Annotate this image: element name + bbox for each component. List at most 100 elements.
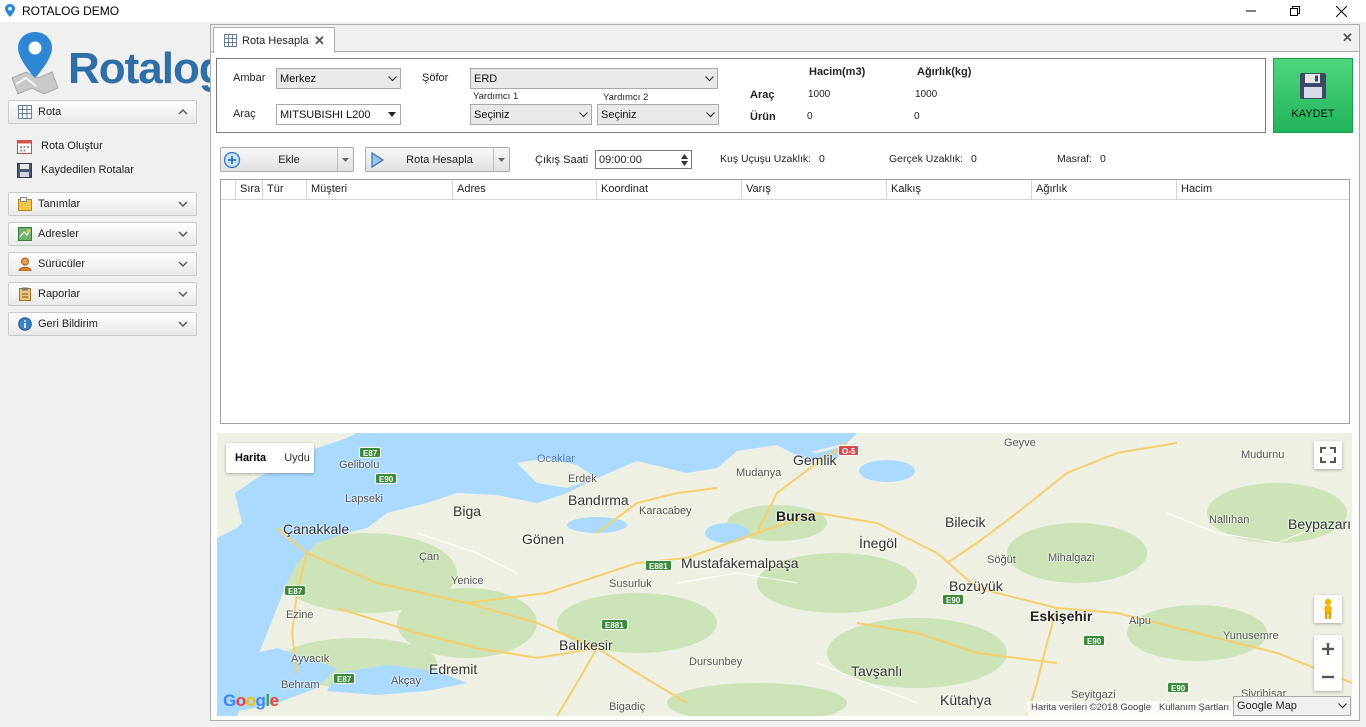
spin-down-icon[interactable]: [681, 160, 688, 166]
ekle-dropdown[interactable]: [337, 148, 353, 171]
save-icon: [17, 162, 32, 178]
logo-map-pin-icon: [11, 32, 59, 95]
nav-item-rota-olustur[interactable]: Rota Oluştur: [17, 137, 103, 155]
floppy-disk-icon: [1300, 72, 1326, 99]
kus-ucusu-value: 0: [819, 153, 825, 165]
map-place: Edremit: [429, 661, 478, 677]
ambar-label: Ambar: [233, 72, 266, 84]
rota-hesapla-button[interactable]: Rota Hesapla: [365, 147, 510, 172]
hacim-header: Hacim(m3): [809, 66, 866, 78]
map-place: Yunusemre: [1223, 630, 1279, 642]
cikis-saati-input[interactable]: 09:00:00: [595, 150, 692, 169]
driver-icon: [18, 257, 32, 271]
minimize-button[interactable]: [1228, 0, 1274, 22]
yardimci2-value: Seçiniz: [601, 108, 637, 121]
dropdown-arrow-icon: [388, 112, 396, 117]
grid-col-musteri[interactable]: Müşteri: [306, 180, 452, 200]
map-place: Mudurnu: [1241, 449, 1285, 461]
sofor-select[interactable]: ERD: [470, 68, 718, 89]
route-grid-icon: [224, 34, 237, 47]
grid-col-hacim[interactable]: Hacim: [1176, 180, 1349, 200]
rotalog-logo: Rotalog: [6, 30, 226, 100]
nav-group-adresler[interactable]: Adresler: [8, 222, 197, 246]
nav-group-label: Sürücüler: [38, 258, 86, 270]
road-shield: E881: [645, 560, 672, 571]
arac-row-label: Araç: [750, 89, 775, 101]
map-place: Tavşanlı: [851, 663, 903, 679]
tab-close-icon[interactable]: ✕: [314, 33, 330, 49]
tabstrip-close-icon[interactable]: ✕: [1342, 30, 1353, 46]
map-place: Nallıhan: [1209, 514, 1250, 526]
save-button[interactable]: KAYDET: [1273, 58, 1353, 133]
grid-col-indicator[interactable]: [221, 180, 235, 200]
close-window-button[interactable]: [1318, 0, 1364, 22]
map-place: Söğüt: [987, 554, 1016, 566]
road-shield: E90: [942, 594, 965, 605]
grid-col-varis[interactable]: Varış: [741, 180, 886, 200]
arac-select[interactable]: MITSUBISHI L200: [276, 104, 401, 125]
map-place: Ocaklar: [537, 453, 575, 465]
ambar-value: Merkez: [280, 72, 317, 85]
road-shield: E87: [284, 585, 307, 596]
route-map[interactable]: Harita Uydu Gelibolu Lapseki Çanakkale B…: [217, 433, 1352, 716]
map-place: Gemlik: [793, 452, 837, 468]
nav-group-label: Rota: [38, 106, 62, 118]
nav-group-raporlar[interactable]: Raporlar: [8, 282, 197, 306]
map-type-harita-button[interactable]: Harita: [226, 443, 275, 473]
yardimci1-select[interactable]: Seçiniz: [470, 104, 592, 125]
grid-col-kalkis[interactable]: Kalkış: [886, 180, 1031, 200]
play-icon: [371, 151, 385, 168]
stops-grid[interactable]: Sıra Tür Müşteri Adres Koordinat Varış K…: [220, 179, 1350, 424]
grid-col-agirlik[interactable]: Ağırlık: [1031, 180, 1176, 200]
chevron-up-icon: [178, 109, 188, 115]
rota-hesapla-label: Rota Hesapla: [406, 153, 473, 166]
road-shield: E881: [601, 619, 628, 630]
grid-col-adres[interactable]: Adres: [452, 180, 596, 200]
map-type-uydu-button[interactable]: Uydu: [275, 443, 319, 473]
minimize-icon: [1246, 10, 1256, 12]
tab-strip: Rota Hesapla ✕ ✕: [211, 25, 1359, 53]
chevron-down-icon: [387, 75, 397, 81]
ambar-select[interactable]: Merkez: [276, 68, 401, 89]
nav-group-label: Raporlar: [38, 288, 81, 300]
road-shield: E90: [375, 473, 398, 484]
nav-group-rota[interactable]: Rota: [8, 100, 197, 124]
arac-agirlik-value: 1000: [915, 89, 938, 100]
arac-label: Araç: [233, 108, 256, 120]
grid-col-koordinat[interactable]: Koordinat: [596, 180, 741, 200]
yardimci2-select[interactable]: Seçiniz: [597, 104, 719, 125]
zoom-out-icon[interactable]: [1321, 670, 1335, 684]
nav-group-label: Adresler: [38, 228, 79, 240]
map-fullscreen-button[interactable]: [1314, 441, 1342, 469]
ekle-button[interactable]: Ekle: [220, 147, 354, 172]
spin-up-icon[interactable]: [681, 153, 688, 159]
app-pin-icon: [5, 4, 15, 17]
masraf-label: Masraf:: [1057, 153, 1093, 165]
sofor-label: Şöfor: [422, 72, 449, 84]
tab-rota-hesapla[interactable]: Rota Hesapla ✕: [213, 27, 335, 53]
map-place: Bigadiç: [609, 701, 646, 713]
add-circle-icon: [223, 151, 241, 168]
grid-col-sira[interactable]: Sıra: [235, 180, 262, 200]
map-place: İnegöl: [859, 535, 898, 551]
cikis-saati-value: 09:00:00: [599, 153, 642, 166]
zoom-in-icon[interactable]: [1321, 642, 1335, 656]
agirlik-header: Ağırlık(kg): [917, 66, 972, 78]
rota-hesapla-dropdown[interactable]: [493, 148, 509, 171]
nav-item-label: Rota Oluştur: [41, 140, 103, 152]
terms-link[interactable]: Kullanım Şartları: [1159, 702, 1229, 713]
nav-group-geri-bildirim[interactable]: Geri Bildirim: [8, 312, 197, 336]
map-place: Lapseki: [345, 493, 383, 505]
nav-item-kaydedilen-rotalar[interactable]: Kaydedilen Rotalar: [17, 161, 134, 179]
nav-group-tanimlar[interactable]: Tanımlar: [8, 192, 197, 216]
chevron-down-icon: [178, 231, 188, 237]
kus-ucusu-label: Kuş Uçuşu Uzaklık:: [720, 153, 812, 165]
chevron-down-icon: [178, 321, 188, 327]
maximize-button[interactable]: [1272, 0, 1318, 22]
map-place: Çanakkale: [283, 521, 350, 537]
grid-col-tur[interactable]: Tür: [262, 180, 306, 200]
nav-group-suruculer[interactable]: Sürücüler: [8, 252, 197, 276]
attribution-text: Harita verileri ©2018 Google: [1031, 702, 1152, 713]
map-provider-select[interactable]: Google Map: [1233, 696, 1351, 716]
map-pegman-button[interactable]: [1314, 595, 1342, 623]
